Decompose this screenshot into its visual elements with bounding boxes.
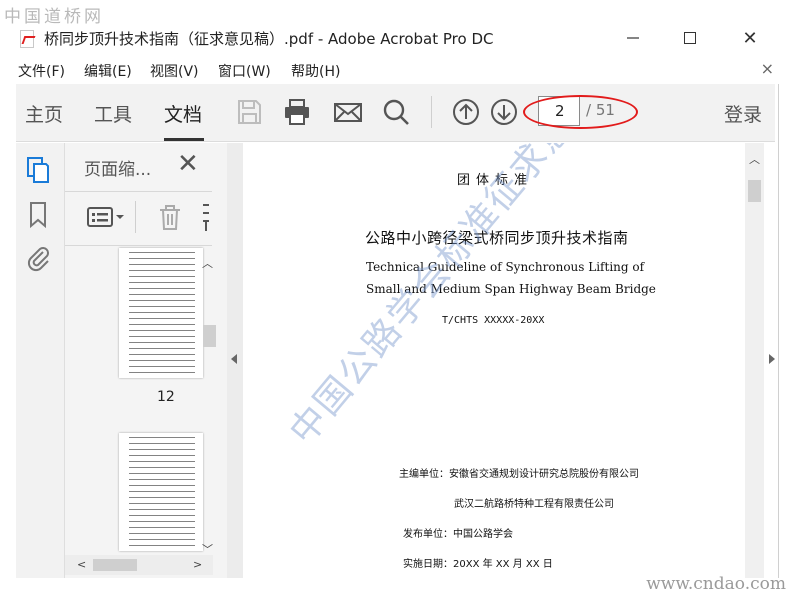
effective-date: 实施日期：20XX 年 XX 月 XX 日 bbox=[403, 559, 553, 570]
draft-watermark: 中国公路学会标准征求意见稿 bbox=[281, 143, 631, 453]
document-code: T/CHTS XXXXX-20XX bbox=[442, 315, 545, 326]
search-icon bbox=[383, 99, 409, 125]
document-page: 团体标准 公路中小跨径梁式桥同步顶升技术指南 Technical Guideli… bbox=[243, 143, 745, 578]
menu-help[interactable]: 帮助(H) bbox=[291, 61, 340, 81]
panel-tool-divider bbox=[135, 201, 136, 233]
document-title-english: Small and Medium Span Highway Beam Bridg… bbox=[366, 282, 656, 296]
menu-edit[interactable]: 编辑(E) bbox=[84, 61, 132, 81]
tab-document[interactable]: 文档 bbox=[164, 100, 202, 127]
thumbnail-page-label: 12 bbox=[157, 389, 175, 405]
print-icon bbox=[285, 99, 309, 125]
scrollbar-thumb[interactable] bbox=[203, 325, 216, 347]
panel-divider bbox=[65, 245, 212, 246]
thumbnails-vertical-scrollbar[interactable]: ︿ ﹀ bbox=[200, 253, 218, 558]
site-watermark-bottom: www.cndao.com bbox=[646, 574, 786, 594]
window-title: 桥同步顶升技术指南（征求意见稿）.pdf - Adobe Acrobat Pro… bbox=[44, 30, 494, 48]
attachment-icon bbox=[27, 247, 49, 272]
panel-divider bbox=[65, 191, 212, 192]
publisher: 发布单位：中国公路学会 bbox=[403, 529, 513, 540]
page-up-icon bbox=[453, 99, 479, 125]
bookmarks-button[interactable] bbox=[24, 199, 52, 229]
print-button[interactable] bbox=[280, 95, 314, 129]
page-number-input[interactable]: 2 bbox=[538, 96, 580, 126]
thumbnails-panel: 页面缩... ✕ 12 ︿ ﹀ < > bbox=[64, 143, 227, 578]
trash-icon bbox=[160, 205, 180, 230]
attachments-button[interactable] bbox=[24, 243, 52, 273]
page-down-icon bbox=[491, 99, 517, 125]
document-vertical-scrollbar[interactable]: ︿ bbox=[745, 143, 764, 578]
document-title-english: Technical Guideline of Synchronous Lifti… bbox=[366, 260, 645, 274]
thumbnails-panel-title: 页面缩... bbox=[84, 160, 152, 180]
next-page-button[interactable] bbox=[487, 95, 521, 129]
close-document-button[interactable]: × bbox=[761, 59, 774, 78]
minimize-button[interactable] bbox=[610, 24, 656, 54]
collapse-right-pane-button[interactable] bbox=[764, 143, 778, 578]
main-toolbar: 主页 工具 文档 2 / 51 登录 bbox=[16, 84, 775, 142]
page-thumbnails-icon bbox=[27, 157, 49, 183]
close-window-button[interactable]: ✕ bbox=[727, 24, 773, 54]
document-title-chinese: 公路中小跨径梁式桥同步顶升技术指南 bbox=[365, 229, 629, 247]
scroll-left-icon[interactable]: < bbox=[77, 558, 86, 571]
menu-window[interactable]: 窗口(W) bbox=[218, 61, 271, 81]
navigation-rail bbox=[16, 143, 64, 578]
scroll-right-icon[interactable]: > bbox=[193, 558, 202, 571]
pdf-file-icon bbox=[20, 30, 34, 48]
save-icon bbox=[238, 100, 261, 124]
menu-view[interactable]: 视图(V) bbox=[150, 61, 199, 81]
active-tab-indicator bbox=[164, 138, 204, 141]
mail-icon bbox=[334, 103, 362, 122]
maximize-icon bbox=[684, 31, 696, 44]
page-thumbnail[interactable] bbox=[119, 248, 203, 378]
email-button[interactable] bbox=[331, 95, 365, 129]
title-bar: 桥同步顶升技术指南（征求意见稿）.pdf - Adobe Acrobat Pro… bbox=[0, 24, 800, 54]
menu-bar: 文件(F) 编辑(E) 视图(V) 窗口(W) 帮助(H) × bbox=[0, 58, 800, 82]
close-icon: ✕ bbox=[177, 149, 199, 179]
scrollbar-thumb[interactable] bbox=[748, 180, 761, 202]
options-menu-icon bbox=[87, 207, 124, 227]
delete-page-button[interactable] bbox=[155, 201, 185, 233]
more-tools-icon bbox=[203, 204, 209, 231]
login-button[interactable]: 登录 bbox=[724, 100, 762, 127]
tab-home[interactable]: 主页 bbox=[25, 100, 63, 127]
collapse-left-pane-button[interactable] bbox=[227, 143, 243, 578]
document-category: 团体标准 bbox=[457, 173, 534, 188]
menu-file[interactable]: 文件(F) bbox=[18, 61, 65, 81]
search-button[interactable] bbox=[379, 95, 413, 129]
scroll-up-icon[interactable]: ︿ bbox=[202, 255, 213, 271]
editor-unit: 主编单位：安徽省交通规划设计研究总院股份有限公司 bbox=[399, 469, 639, 480]
scroll-up-icon[interactable]: ︿ bbox=[749, 151, 760, 167]
window-edge bbox=[778, 84, 779, 578]
thumbnails-horizontal-scrollbar[interactable]: < > bbox=[65, 555, 213, 575]
scrollbar-thumb[interactable] bbox=[93, 559, 137, 571]
thumbnail-text-lines bbox=[129, 437, 195, 547]
page-total-count: / 51 bbox=[586, 101, 615, 119]
tab-tools[interactable]: 工具 bbox=[94, 100, 132, 127]
close-panel-button[interactable]: ✕ bbox=[177, 149, 199, 179]
save-button[interactable] bbox=[232, 95, 266, 129]
previous-page-button[interactable] bbox=[449, 95, 483, 129]
co-editor-unit: 武汉二航路桥特种工程有限责任公司 bbox=[454, 499, 614, 510]
more-tools-button[interactable] bbox=[201, 203, 213, 235]
toolbar-divider bbox=[431, 96, 432, 128]
minimize-icon bbox=[627, 37, 639, 39]
page-thumbnails-button[interactable] bbox=[24, 155, 52, 185]
bookmark-icon bbox=[30, 202, 46, 229]
thumbnail-text-lines bbox=[129, 252, 195, 374]
thumbnail-options-button[interactable] bbox=[85, 201, 129, 233]
page-thumbnail[interactable] bbox=[119, 433, 203, 551]
maximize-button[interactable] bbox=[667, 24, 713, 54]
close-icon: ✕ bbox=[742, 28, 758, 49]
